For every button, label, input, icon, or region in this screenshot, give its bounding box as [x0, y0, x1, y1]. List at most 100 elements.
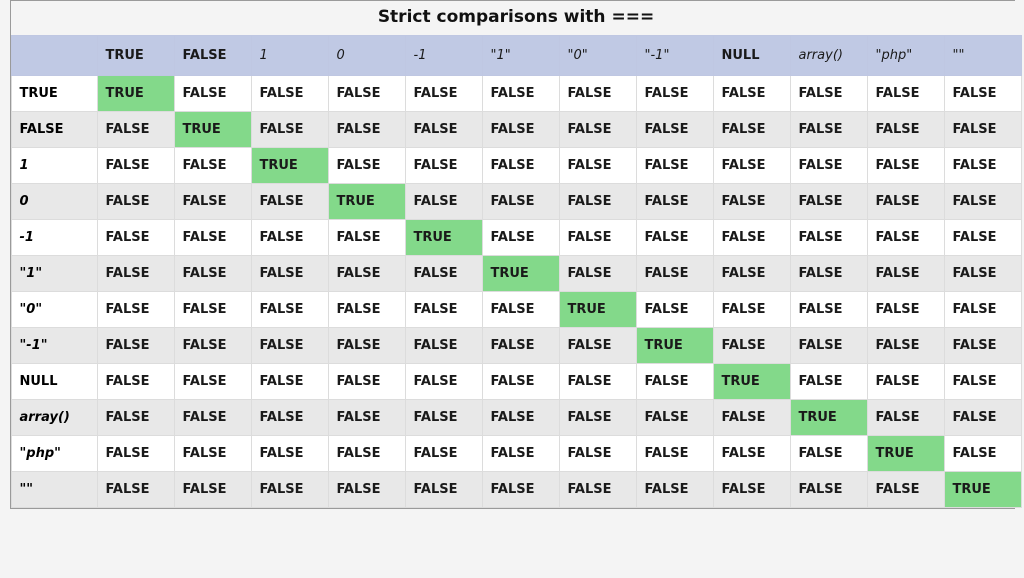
- cell-false: FALSE: [251, 220, 328, 256]
- comparison-table: Strict comparisons with === TRUEFALSE10-…: [11, 1, 1022, 508]
- cell-true: TRUE: [97, 76, 174, 112]
- cell-false: FALSE: [97, 400, 174, 436]
- cell-false: FALSE: [559, 328, 636, 364]
- cell-true: TRUE: [174, 112, 251, 148]
- cell-true: TRUE: [328, 184, 405, 220]
- column-header: 0: [328, 36, 405, 76]
- cell-false: FALSE: [636, 400, 713, 436]
- cell-false: FALSE: [97, 148, 174, 184]
- cell-false: FALSE: [713, 184, 790, 220]
- column-header: NULL: [713, 36, 790, 76]
- table-body: TRUETRUEFALSEFALSEFALSEFALSEFALSEFALSEFA…: [11, 76, 1021, 508]
- cell-false: FALSE: [405, 364, 482, 400]
- cell-false: FALSE: [713, 148, 790, 184]
- table-row: ""FALSEFALSEFALSEFALSEFALSEFALSEFALSEFAL…: [11, 472, 1021, 508]
- cell-false: FALSE: [97, 184, 174, 220]
- cell-false: FALSE: [944, 256, 1021, 292]
- cell-false: FALSE: [790, 256, 867, 292]
- cell-false: FALSE: [790, 436, 867, 472]
- cell-false: FALSE: [944, 220, 1021, 256]
- cell-false: FALSE: [328, 256, 405, 292]
- cell-false: FALSE: [713, 112, 790, 148]
- cell-false: FALSE: [482, 184, 559, 220]
- cell-false: FALSE: [867, 256, 944, 292]
- cell-false: FALSE: [174, 148, 251, 184]
- cell-true: TRUE: [867, 436, 944, 472]
- cell-false: FALSE: [867, 292, 944, 328]
- cell-false: FALSE: [405, 328, 482, 364]
- header-row: TRUEFALSE10-1"1""0""-1"NULLarray()"php""…: [11, 36, 1021, 76]
- row-header: "php": [11, 436, 97, 472]
- cell-false: FALSE: [636, 364, 713, 400]
- cell-false: FALSE: [405, 472, 482, 508]
- cell-false: FALSE: [174, 328, 251, 364]
- cell-false: FALSE: [405, 292, 482, 328]
- cell-false: FALSE: [251, 364, 328, 400]
- cell-false: FALSE: [713, 256, 790, 292]
- cell-true: TRUE: [559, 292, 636, 328]
- cell-false: FALSE: [405, 148, 482, 184]
- cell-false: FALSE: [405, 184, 482, 220]
- cell-false: FALSE: [559, 112, 636, 148]
- cell-false: FALSE: [559, 220, 636, 256]
- cell-false: FALSE: [636, 220, 713, 256]
- column-header: "-1": [636, 36, 713, 76]
- cell-false: FALSE: [405, 112, 482, 148]
- row-header: NULL: [11, 364, 97, 400]
- cell-false: FALSE: [790, 328, 867, 364]
- row-header: -1: [11, 220, 97, 256]
- cell-false: FALSE: [482, 400, 559, 436]
- cell-false: FALSE: [636, 256, 713, 292]
- cell-false: FALSE: [174, 292, 251, 328]
- cell-true: TRUE: [405, 220, 482, 256]
- cell-false: FALSE: [713, 328, 790, 364]
- cell-false: FALSE: [636, 184, 713, 220]
- cell-false: FALSE: [251, 436, 328, 472]
- cell-true: TRUE: [251, 148, 328, 184]
- cell-false: FALSE: [174, 364, 251, 400]
- column-header: array(): [790, 36, 867, 76]
- cell-false: FALSE: [251, 328, 328, 364]
- cell-false: FALSE: [405, 256, 482, 292]
- cell-false: FALSE: [328, 400, 405, 436]
- cell-true: TRUE: [636, 328, 713, 364]
- table-row: -1FALSEFALSEFALSEFALSETRUEFALSEFALSEFALS…: [11, 220, 1021, 256]
- cell-false: FALSE: [944, 400, 1021, 436]
- cell-false: FALSE: [328, 292, 405, 328]
- cell-false: FALSE: [97, 112, 174, 148]
- cell-false: FALSE: [251, 292, 328, 328]
- cell-false: FALSE: [328, 148, 405, 184]
- cell-false: FALSE: [251, 184, 328, 220]
- table-row: "-1"FALSEFALSEFALSEFALSEFALSEFALSEFALSET…: [11, 328, 1021, 364]
- cell-false: FALSE: [328, 76, 405, 112]
- cell-false: FALSE: [713, 400, 790, 436]
- cell-false: FALSE: [328, 472, 405, 508]
- cell-false: FALSE: [174, 256, 251, 292]
- cell-false: FALSE: [559, 148, 636, 184]
- cell-false: FALSE: [713, 220, 790, 256]
- cell-false: FALSE: [559, 76, 636, 112]
- cell-false: FALSE: [636, 76, 713, 112]
- cell-false: FALSE: [713, 76, 790, 112]
- column-header: "php": [867, 36, 944, 76]
- header-corner: [11, 36, 97, 76]
- cell-false: FALSE: [790, 364, 867, 400]
- cell-false: FALSE: [251, 472, 328, 508]
- cell-false: FALSE: [559, 256, 636, 292]
- column-header: "": [944, 36, 1021, 76]
- cell-false: FALSE: [174, 436, 251, 472]
- cell-false: FALSE: [559, 364, 636, 400]
- cell-false: FALSE: [328, 220, 405, 256]
- cell-false: FALSE: [790, 220, 867, 256]
- cell-false: FALSE: [97, 292, 174, 328]
- row-header: 1: [11, 148, 97, 184]
- cell-false: FALSE: [405, 436, 482, 472]
- cell-false: FALSE: [636, 292, 713, 328]
- row-header: FALSE: [11, 112, 97, 148]
- cell-false: FALSE: [405, 76, 482, 112]
- cell-false: FALSE: [97, 472, 174, 508]
- cell-false: FALSE: [559, 436, 636, 472]
- cell-false: FALSE: [482, 292, 559, 328]
- cell-false: FALSE: [482, 148, 559, 184]
- column-header: "1": [482, 36, 559, 76]
